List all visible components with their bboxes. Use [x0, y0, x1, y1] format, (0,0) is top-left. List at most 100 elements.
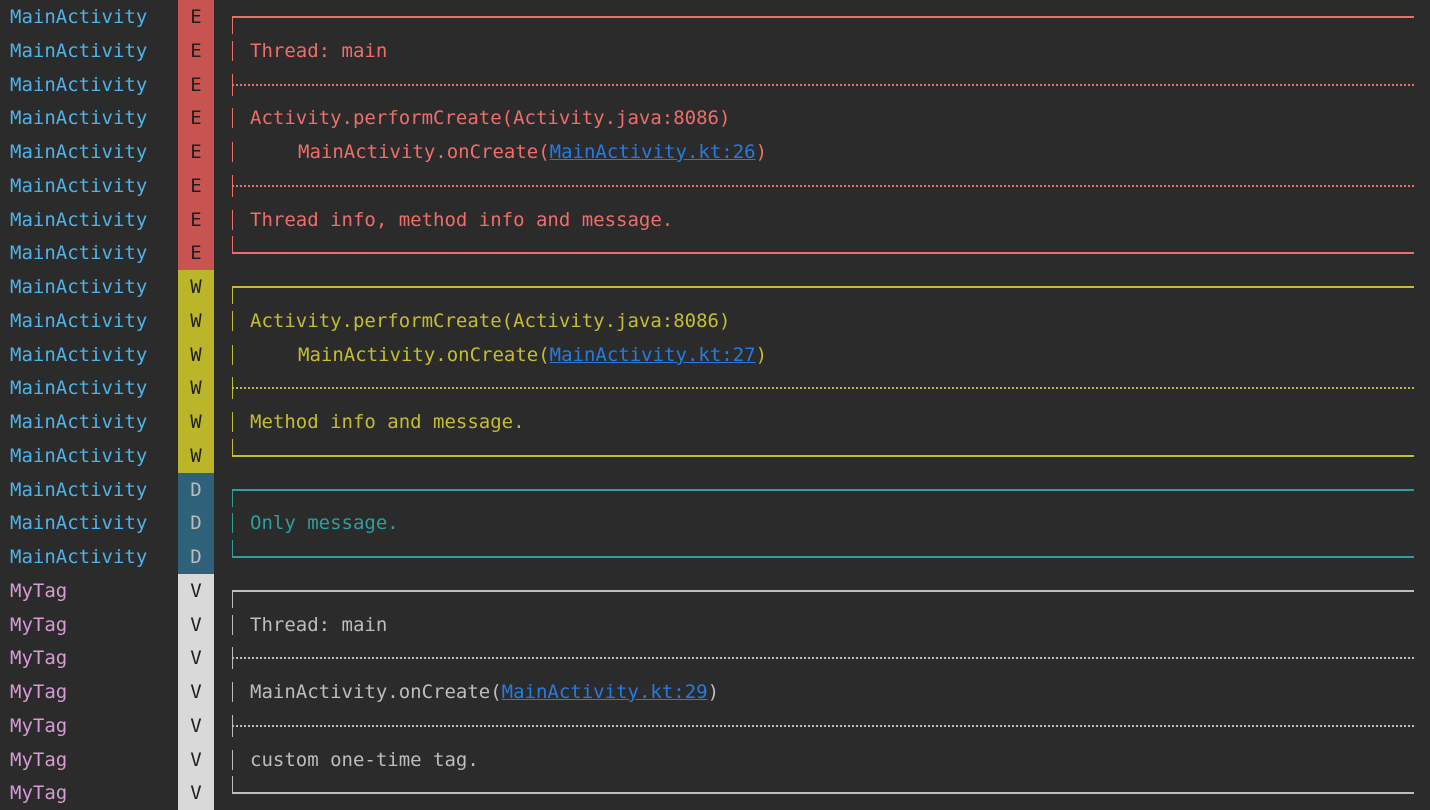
log-row: MainActivity E Activity.performCreate(Acti…: [0, 101, 1430, 136]
box-border-left: [232, 209, 233, 230]
log-tag: MainActivity: [10, 309, 148, 332]
log-row: MainActivity W MainActivity.onCreate(MainA…: [0, 337, 1430, 372]
log-level-badge: V: [178, 675, 214, 709]
log-row: MainActivity E MainActivity.onCreate(MainA…: [0, 135, 1430, 169]
log-message-box: [232, 270, 1414, 304]
log-tag: MainActivity: [10, 174, 148, 197]
box-corner: [232, 73, 233, 96]
log-message-box: [232, 68, 1414, 102]
log-row: MyTag V: [0, 776, 1430, 810]
box-border-bottom: [232, 556, 1414, 558]
log-level-badge: E: [178, 168, 214, 203]
log-message-text: custom one-time tag.: [250, 748, 479, 771]
box-corner: [232, 236, 233, 254]
log-level-badge: W: [178, 270, 214, 304]
box-divider: [232, 83, 1414, 86]
box-border-left: [232, 412, 233, 432]
source-link[interactable]: MainActivity.kt:29: [502, 681, 708, 703]
box-border-top: [232, 589, 1414, 592]
log-message-text: Thread: main: [250, 613, 388, 636]
log-message-text: MainActivity.onCreate(: [298, 343, 550, 366]
log-message: custom one-time tag.: [250, 743, 479, 777]
log-level-badge: W: [178, 303, 214, 338]
log-message-box: [232, 371, 1414, 405]
log-message-box: Thread info, method info and message.: [232, 203, 1414, 237]
log-message: Method info and message.: [250, 405, 525, 439]
log-message: Only message.: [250, 506, 399, 540]
box-border-left: [232, 513, 233, 534]
log-level-badge: E: [178, 67, 214, 102]
source-link[interactable]: MainActivity.kt:27: [550, 344, 756, 366]
log-message-text: Method info and message.: [250, 411, 525, 433]
log-message-box: [232, 236, 1414, 270]
log-row: MainActivity E Thread: main: [0, 33, 1430, 68]
log-row: MainActivity D: [0, 472, 1430, 507]
log-tag: MainActivity: [10, 377, 148, 400]
log-row: MainActivity W: [0, 270, 1430, 304]
log-message-box: MainActivity.onCreate(MainActivity.kt:27…: [232, 338, 1414, 372]
log-row: MyTag V: [0, 708, 1430, 743]
log-message-box: [232, 641, 1414, 675]
log-level-badge: V: [178, 708, 214, 743]
log-level-badge: V: [178, 641, 214, 676]
log-row: MainActivity D: [0, 540, 1430, 574]
box-border-left: [232, 749, 233, 770]
source-link[interactable]: MainActivity.kt:26: [550, 141, 756, 163]
log-row: MainActivity E: [0, 0, 1430, 34]
log-tag: MainActivity: [10, 208, 148, 231]
log-message-box: Method info and message.: [232, 405, 1414, 439]
log-message-box: MainActivity.onCreate(MainActivity.kt:26…: [232, 135, 1414, 169]
log-tag: MainActivity: [10, 242, 148, 265]
log-tag: MyTag: [10, 647, 68, 670]
log-message-box: [232, 438, 1414, 473]
box-corner: [232, 16, 233, 34]
box-divider: [232, 184, 1414, 187]
log-message-box: Activity.performCreate(Activity.java:808…: [232, 101, 1414, 135]
log-message-text: MainActivity.onCreate(: [298, 141, 550, 163]
log-tag: MyTag: [10, 782, 68, 805]
log-level-badge: D: [178, 540, 214, 574]
log-tag: MainActivity: [10, 478, 148, 501]
log-tag: MainActivity: [10, 141, 148, 163]
log-tag: MainActivity: [10, 73, 148, 96]
log-tag: MyTag: [10, 579, 68, 602]
log-tag: MyTag: [10, 613, 68, 636]
log-row: MyTag V: [0, 641, 1430, 676]
log-row: MyTag V MainActivity.onCreate(MainActivity…: [0, 675, 1430, 709]
log-tag: MainActivity: [10, 39, 148, 62]
log-message: Thread info, method info and message.: [250, 203, 673, 237]
log-tag: MainActivity: [10, 512, 148, 535]
log-message: MainActivity.onCreate(MainActivity.kt:29…: [250, 675, 719, 709]
box-border-left: [232, 142, 233, 162]
log-message-text: Thread info, method info and message.: [250, 208, 674, 231]
log-row: MainActivity W Activity.performCreate(Acti…: [0, 303, 1430, 338]
log-message-box: [232, 776, 1414, 810]
log-message-box: [232, 473, 1414, 507]
log-row: MainActivity W: [0, 438, 1430, 473]
log-row: MainActivity E Thread info, method info an…: [0, 202, 1430, 237]
box-border-left: [232, 344, 233, 365]
box-border-left: [232, 310, 233, 331]
log-message-box: Only message.: [232, 506, 1414, 540]
log-level-badge: W: [178, 337, 214, 372]
log-message-box: [232, 540, 1414, 574]
log-tag: MainActivity: [10, 107, 148, 130]
box-border-left: [232, 40, 233, 61]
log-row: MainActivity E: [0, 67, 1430, 102]
box-corner: [232, 377, 233, 400]
log-tag: MyTag: [10, 748, 68, 771]
log-tag: MyTag: [10, 681, 68, 703]
log-level-badge: E: [178, 101, 214, 136]
log-message-text: Thread: main: [250, 39, 388, 62]
box-border-left: [232, 682, 233, 702]
log-message-suffix: ): [707, 681, 720, 703]
log-tag: MainActivity: [10, 6, 148, 28]
log-row: MainActivity W: [0, 371, 1430, 406]
log-message-box: Thread: main: [232, 608, 1414, 642]
box-border-bottom: [232, 454, 1414, 457]
log-level-badge: V: [178, 607, 214, 642]
box-border-left: [232, 108, 233, 129]
log-level-badge: W: [178, 371, 214, 406]
box-border-top: [232, 286, 1414, 288]
log-level-badge: E: [178, 33, 214, 68]
